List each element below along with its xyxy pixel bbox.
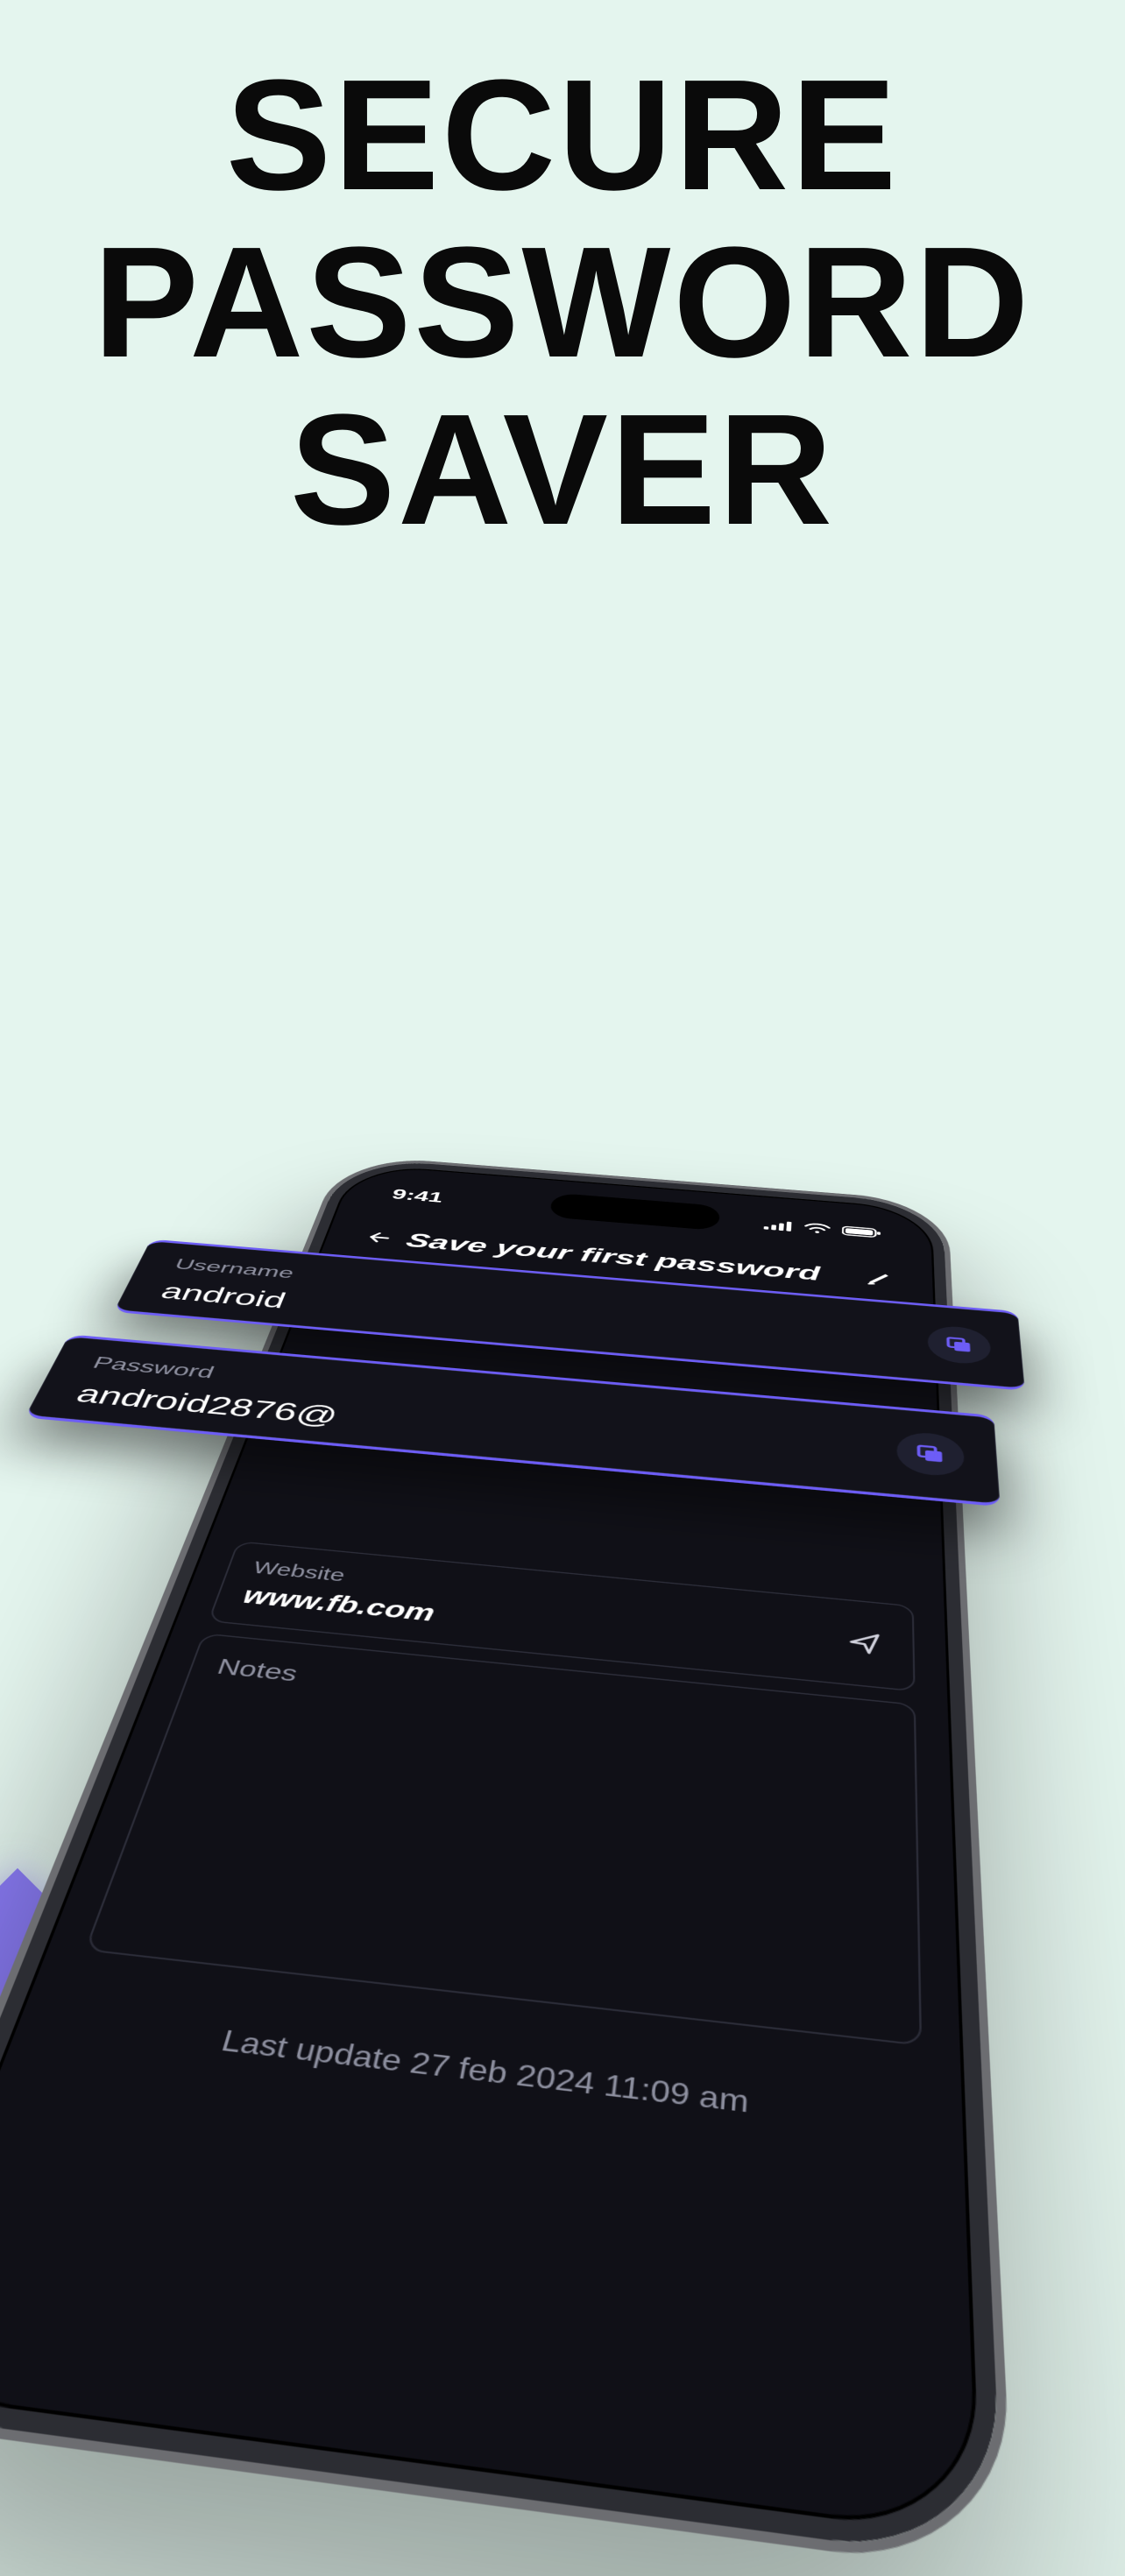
copy-username-button[interactable] bbox=[927, 1324, 992, 1366]
phone-mockup: 9:41 Save your fir bbox=[0, 1157, 1004, 2564]
copy-password-button[interactable] bbox=[896, 1430, 965, 1478]
last-update-text: Last update 27 feb 2024 11:09 am bbox=[11, 2000, 966, 2146]
copy-icon bbox=[915, 1443, 946, 1464]
copy-icon bbox=[856, 1328, 878, 1343]
notes-label: Notes bbox=[214, 1655, 301, 1687]
send-icon bbox=[846, 1629, 882, 1657]
open-website-button[interactable] bbox=[836, 1620, 894, 1665]
status-time: 9:41 bbox=[390, 1187, 445, 1206]
headline-line-2: PASSWORD bbox=[94, 215, 1032, 391]
wifi-icon bbox=[803, 1222, 831, 1234]
copy-icon bbox=[945, 1335, 974, 1354]
back-button[interactable] bbox=[357, 1225, 402, 1250]
headline-line-3: SAVER bbox=[290, 382, 835, 558]
website-field[interactable]: Website www.fb.com bbox=[208, 1541, 916, 1691]
battery-icon bbox=[842, 1225, 882, 1239]
status-icons bbox=[764, 1219, 882, 1239]
cellular-icon bbox=[764, 1219, 794, 1232]
copy-account-button[interactable] bbox=[844, 1320, 891, 1352]
edit-button[interactable] bbox=[859, 1267, 899, 1292]
notes-field[interactable]: Notes bbox=[84, 1633, 922, 2046]
marketing-headline: SECURE PASSWORD SAVER bbox=[37, 53, 1088, 554]
headline-line-1: SECURE bbox=[226, 47, 899, 223]
